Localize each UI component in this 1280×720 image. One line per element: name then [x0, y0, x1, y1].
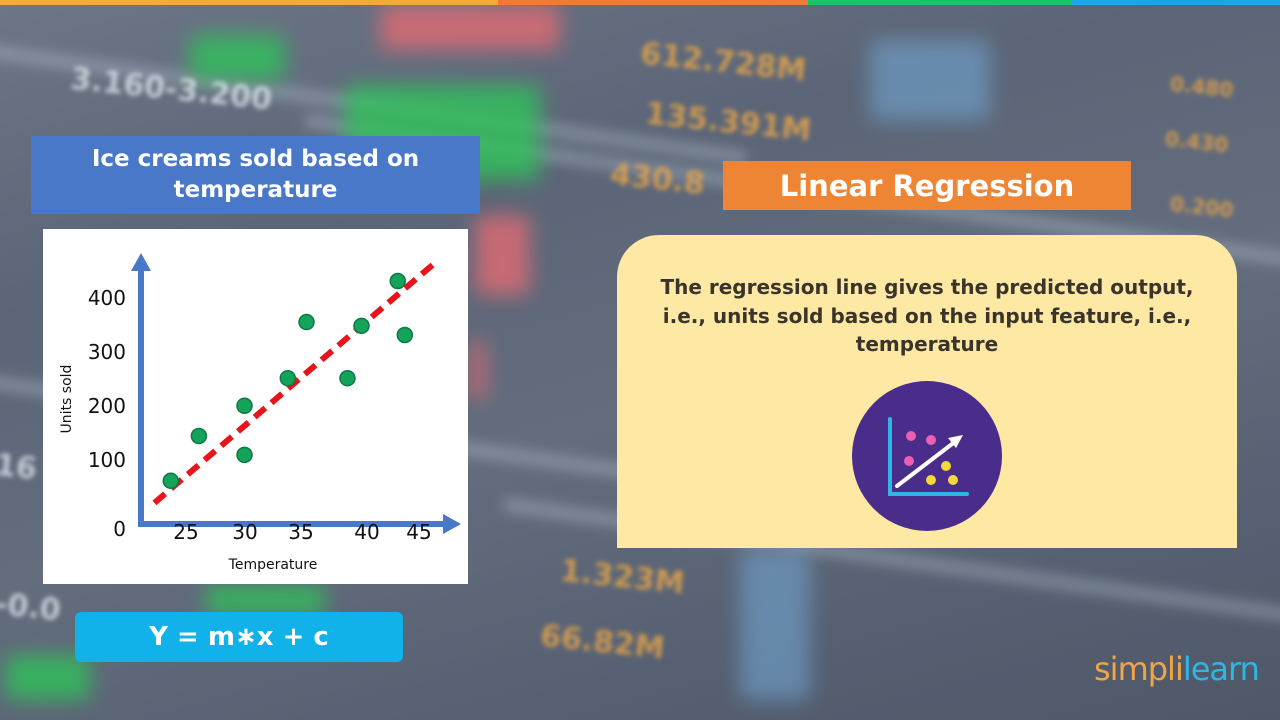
x-axis-arrow — [443, 514, 461, 534]
data-point — [298, 313, 315, 331]
scatter-chart: 0 100 200 300 400 25 30 35 40 45 Temperature Units … — [59, 253, 461, 573]
data-point — [236, 397, 253, 414]
logo-text-simpl: simpl — [1094, 650, 1176, 688]
x-tick-label: 40 — [354, 520, 379, 544]
data-point — [279, 369, 297, 387]
logo-text-i: i — [1174, 650, 1184, 688]
data-point — [389, 272, 407, 290]
regression-line — [152, 260, 438, 506]
x-tick-label: 45 — [406, 520, 431, 544]
top-bar-segment — [1072, 0, 1280, 5]
data-point — [353, 317, 370, 335]
data-point — [162, 472, 180, 490]
x-tick-label: 30 — [232, 520, 257, 544]
x-tick-label: 35 — [288, 520, 313, 544]
scatter-chart-panel: 0 100 200 300 400 25 30 35 40 45 Temperature Units … — [43, 229, 468, 584]
y-tick-label: 400 — [88, 286, 126, 310]
y-axis-arrow — [131, 253, 151, 271]
data-point — [236, 446, 253, 464]
top-bar-segment — [498, 0, 808, 5]
explanation-text: The regression line gives the predicted … — [660, 275, 1194, 356]
data-point — [396, 326, 414, 344]
logo-text-learn: learn — [1182, 650, 1260, 688]
regression-formula-box: Y = m∗x + c — [75, 612, 403, 662]
chart-title-banner: Ice creams sold based on temperature — [31, 136, 480, 214]
data-point — [339, 369, 356, 387]
y-tick-label: 0 — [113, 517, 126, 541]
section-title-banner: Linear Regression — [723, 161, 1131, 210]
top-color-bar — [0, 0, 1280, 5]
scatter-trend-chart-icon — [852, 381, 1002, 531]
x-tick-label: 25 — [173, 520, 198, 544]
y-tick-label: 300 — [88, 340, 126, 364]
y-tick-label: 200 — [88, 394, 126, 418]
y-axis-title: Units sold — [59, 365, 75, 434]
regression-formula: Y = m∗x + c — [149, 622, 329, 652]
top-bar-segment — [808, 0, 1072, 5]
data-point — [190, 427, 208, 445]
explanation-card: The regression line gives the predicted … — [617, 235, 1237, 548]
top-bar-segment — [0, 0, 498, 5]
section-title: Linear Regression — [779, 168, 1075, 203]
x-axis-title: Temperature — [228, 557, 318, 573]
simplilearn-logo: simplilearn — [1094, 650, 1260, 688]
chart-title: Ice creams sold based on temperature — [91, 146, 420, 203]
y-tick-label: 100 — [88, 448, 126, 472]
